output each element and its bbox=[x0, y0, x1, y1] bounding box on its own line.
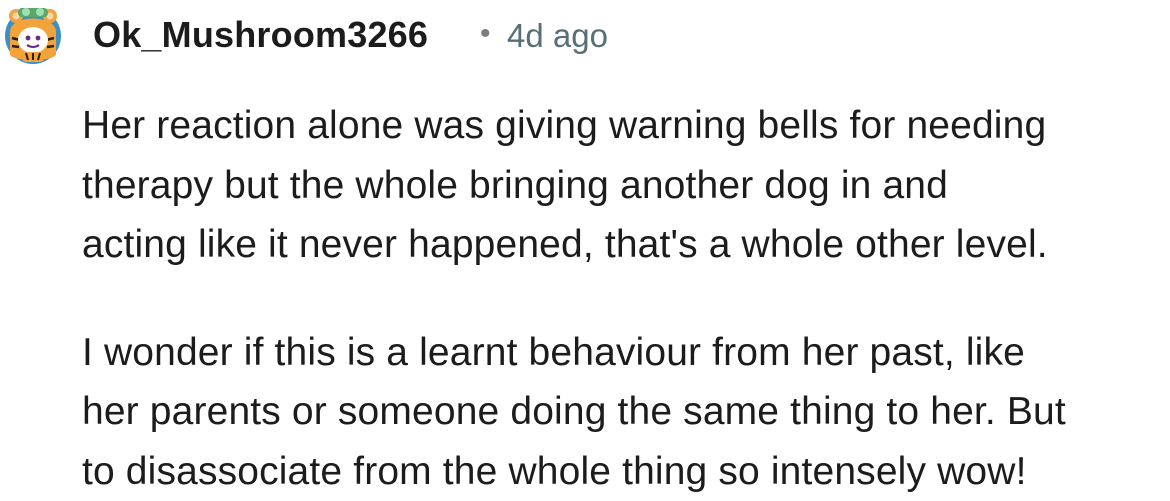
text-line: acting like it never happened, that's a … bbox=[82, 215, 1170, 275]
meta-separator: • bbox=[480, 17, 491, 51]
comment-body: Her reaction alone was giving warning be… bbox=[82, 96, 1170, 501]
avatar[interactable] bbox=[2, 2, 64, 66]
snoo-tiger-avatar-icon bbox=[2, 2, 64, 66]
text-line: Her reaction alone was giving warning be… bbox=[82, 96, 1170, 156]
text-line: therapy but the whole bringing another d… bbox=[82, 156, 1170, 216]
text-line: to disassociate from the whole thing so … bbox=[82, 442, 1170, 501]
author-username[interactable]: Ok_Mushroom3266 bbox=[93, 14, 428, 56]
text-line: her parents or someone doing the same th… bbox=[82, 382, 1170, 442]
comment-timestamp[interactable]: 4d ago bbox=[507, 17, 608, 55]
comment-paragraph: Her reaction alone was giving warning be… bbox=[82, 96, 1170, 275]
text-line: I wonder if this is a learnt behaviour f… bbox=[82, 323, 1170, 383]
comment-paragraph: I wonder if this is a learnt behaviour f… bbox=[82, 323, 1170, 501]
